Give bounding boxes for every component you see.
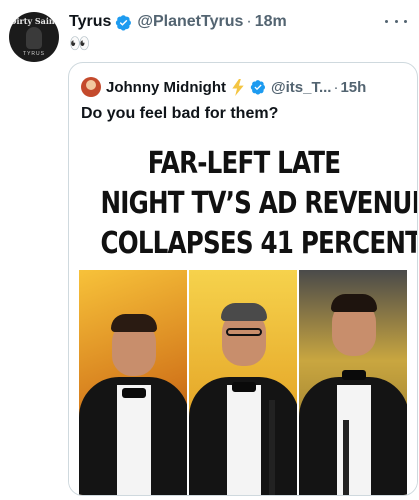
photo-collage [79,270,407,495]
separator-dot: · [333,78,339,96]
tweet-time[interactable]: 18m [255,13,287,31]
headline-text: FAR-LEFT LATE NIGHT TV’S AD REVENUE COLL… [100,144,418,264]
quote-author-avatar[interactable] [81,77,101,97]
quoted-tweet[interactable]: Johnny Midnight @its_T... · 15h Do you f… [68,62,418,496]
quote-header: Johnny Midnight @its_T... · 15h [81,77,366,97]
more-dot [404,19,407,23]
microphone-stand [269,400,275,495]
quote-author-name: Johnny Midnight [106,78,226,96]
author-handle[interactable]: @PlanetTyrus [137,13,243,31]
bow-tie [232,382,256,392]
microphone-stand [343,420,349,495]
avatar-text: Dirty Saint [9,16,59,26]
shirt [117,385,151,495]
photo-host-left [79,270,187,495]
more-dot [385,19,388,23]
avatar-subtext: TYRUS [23,51,45,57]
verified-badge-icon [250,80,265,95]
lightning-bolt-icon [232,78,244,96]
hair [221,303,267,321]
hair [111,314,157,332]
quote-time: 15h [340,78,367,96]
headline-line-2: NIGHT TV’S AD REVENUE [100,186,418,221]
author-name[interactable]: Tyrus [69,13,111,31]
quote-media-image[interactable]: FAR-LEFT LATE NIGHT TV’S AD REVENUE COLL… [69,138,418,495]
more-options-icon[interactable] [385,14,407,28]
quote-author-handle: @its_T... [270,78,332,96]
tweet-header: Tyrus @PlanetTyrus · 18m [69,12,287,32]
photo-host-right [299,270,407,495]
photo-host-center [189,270,297,495]
avatar-figure [26,27,42,49]
hair [331,294,377,312]
quote-text: Do you feel bad for them? [81,105,279,122]
headline-line-1: FAR-LEFT LATE [147,146,341,181]
more-dot [394,19,398,23]
headline-line-3: COLLAPSES 41 PERCENT [100,226,418,261]
shirt [227,385,261,495]
bow-tie [122,388,146,398]
author-avatar[interactable]: Dirty Saint TYRUS [9,12,59,62]
separator-dot: · [246,13,252,30]
bow-tie [342,370,366,380]
glasses [226,328,262,336]
tweet-text: 👀 [69,34,91,53]
verified-badge-icon [116,14,132,31]
